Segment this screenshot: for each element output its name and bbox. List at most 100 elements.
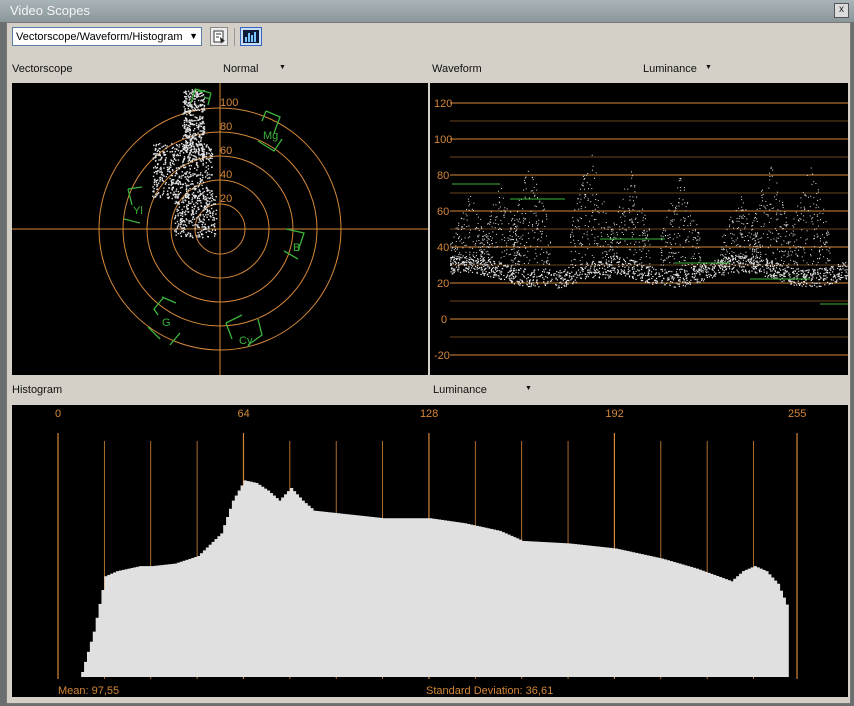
waveform-trace-point [805, 195, 807, 197]
histogram-bar [162, 564, 166, 677]
vectorscope-trace-point [181, 186, 183, 189]
waveform-trace-point [488, 261, 490, 263]
waveform-trace-point [452, 262, 454, 264]
waveform-trace-point [772, 268, 774, 270]
waveform-trace-point [732, 220, 734, 222]
waveform-trace-point [763, 225, 765, 227]
vectorscope-trace-point [197, 109, 199, 111]
chevron-down-icon[interactable]: ▼ [705, 64, 712, 71]
waveform-trace-point [840, 274, 842, 276]
waveform-trace-point [572, 217, 574, 219]
waveform-mode-dropdown[interactable]: Luminance [643, 63, 697, 75]
histogram-bar [370, 516, 375, 677]
waveform-trace-point [607, 226, 609, 228]
vectorscope-trace-point [180, 223, 183, 225]
waveform-trace-point [785, 250, 787, 252]
waveform-trace-point [496, 246, 498, 248]
close-button[interactable]: x [834, 3, 849, 18]
vectorscope-trace-point [191, 148, 193, 150]
waveform-trace-point [455, 245, 457, 247]
waveform-trace-point [581, 273, 583, 275]
waveform-trace-point [584, 267, 586, 269]
waveform-trace-point [673, 273, 675, 276]
waveform-trace-point [523, 189, 525, 191]
waveform-trace-point [796, 268, 798, 270]
waveform-trace-point [533, 192, 535, 194]
waveform-trace-point [680, 190, 682, 192]
waveform-trace-point [567, 271, 569, 273]
waveform-trace-point [805, 221, 807, 223]
waveform-trace-point [464, 237, 466, 239]
waveform-trace-point [584, 177, 586, 179]
waveform-trace-point [474, 244, 476, 246]
waveform-trace-point [531, 224, 533, 226]
waveform-trace-point [620, 273, 622, 275]
waveform-trace-point [510, 280, 513, 282]
waveform-trace-point [788, 243, 790, 245]
waveform-trace-point [740, 252, 742, 254]
waveform-trace-point [619, 242, 621, 244]
waveform-trace-point [683, 224, 685, 226]
vectorscope-trace-point [189, 176, 191, 178]
waveform-trace-point [560, 281, 562, 283]
waveform-trace-point [631, 185, 633, 187]
histogram-mode-dropdown[interactable]: Luminance [433, 384, 487, 396]
waveform-trace-point [537, 197, 539, 199]
waveform-trace-point [458, 222, 460, 224]
waveform-trace-point [820, 219, 822, 221]
title-bar[interactable]: Video Scopes x [0, 0, 854, 22]
vectorscope-trace-point [170, 159, 172, 161]
vectorscope-trace-point [190, 174, 192, 176]
waveform-trace-point [628, 208, 630, 210]
waveform-trace-point [733, 262, 735, 264]
waveform-trace-point [535, 206, 537, 208]
vectorscope-trace-point [191, 180, 193, 183]
waveform-trace-point [740, 234, 742, 236]
waveform-trace-point [680, 186, 682, 188]
waveform-trace-point [813, 181, 815, 183]
vectorscope-trace-point [213, 198, 215, 201]
waveform-trace-point [629, 212, 631, 214]
vectorscope-mode-dropdown[interactable]: Normal [223, 63, 258, 75]
waveform-trace-point [512, 224, 514, 226]
waveform-trace-point [519, 279, 521, 281]
vectorscope-trace-point [195, 150, 197, 152]
waveform-trace-point [605, 262, 607, 265]
vectorscope-trace-point [198, 217, 201, 219]
waveform-trace-point [720, 254, 722, 256]
waveform-trace-point [771, 260, 773, 262]
waveform-trace-point [613, 253, 615, 255]
waveform-trace-point [532, 276, 534, 278]
waveform-trace-point [844, 269, 846, 271]
waveform-trace-point [812, 268, 814, 270]
waveform-trace-point [621, 232, 623, 234]
waveform-trace-point [815, 273, 817, 275]
waveform-trace-point [528, 221, 530, 223]
chevron-down-icon[interactable]: ▼ [525, 385, 532, 392]
vectorscope-trace-point [208, 219, 210, 221]
vectorscope-trace-point [200, 205, 202, 207]
send-to-preview-button[interactable] [210, 27, 228, 46]
waveform-trace-point [771, 274, 773, 276]
waveform-trace-point [582, 236, 584, 238]
waveform-trace-point [687, 201, 689, 203]
waveform-trace-point [796, 277, 798, 279]
waveform-trace-point [606, 253, 608, 255]
vectorscope-trace-point [206, 174, 208, 176]
waveform-trace-point [617, 211, 619, 213]
waveform-trace-point [783, 273, 786, 275]
update-scopes-toggle[interactable] [240, 27, 262, 46]
waveform-trace-point [773, 238, 775, 240]
waveform-trace-point [766, 258, 768, 260]
waveform-trace-point [504, 237, 506, 239]
waveform-trace-point [823, 278, 826, 280]
chevron-down-icon[interactable]: ▼ [279, 64, 286, 71]
waveform-trace-point [536, 183, 538, 185]
scope-view-select[interactable]: Vectorscope/Waveform/Histogram ▼ [12, 27, 202, 46]
waveform-trace-point [826, 233, 828, 235]
waveform-trace-point [771, 263, 773, 265]
waveform-trace-point [491, 263, 493, 265]
vectorscope-trace-point [199, 193, 202, 195]
vectorscope-target-label: B [293, 242, 300, 254]
waveform-trace-point [517, 283, 520, 285]
